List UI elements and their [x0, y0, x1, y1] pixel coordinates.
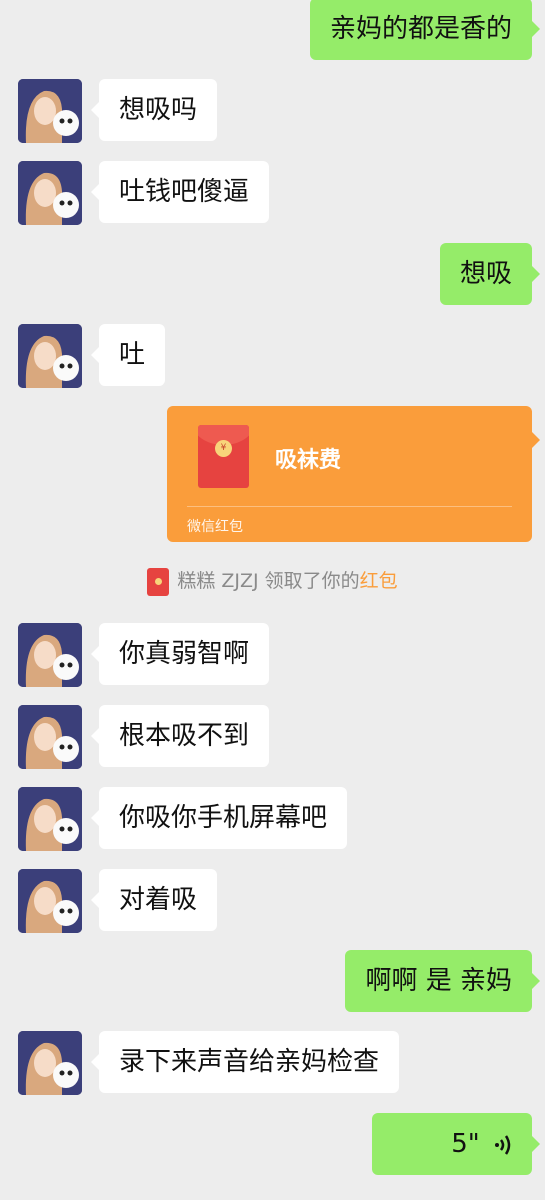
- contact-avatar[interactable]: [18, 623, 82, 687]
- avatar-illustration-icon: [18, 623, 82, 687]
- red-packet-title: 吸袜费: [275, 448, 342, 473]
- voice-message-bubble[interactable]: 5": [372, 1113, 540, 1175]
- message-bubble-incoming[interactable]: 你吸你手机屏幕吧: [90, 787, 348, 849]
- message-bubble-outgoing[interactable]: 啊啊 是 亲妈: [345, 950, 540, 1012]
- system-notice-text: 糕糕 ZJZJ 领取了你的: [177, 570, 360, 592]
- red-packet-link[interactable]: 红包: [360, 570, 398, 592]
- avatar-illustration-icon: [18, 705, 82, 769]
- red-envelope-icon: ¥: [198, 425, 249, 488]
- message-bubble-incoming[interactable]: 录下来声音给亲妈检查: [90, 1031, 400, 1093]
- red-packet-small-icon: [147, 567, 170, 596]
- avatar-illustration-icon: [18, 869, 82, 933]
- contact-avatar[interactable]: [18, 705, 82, 769]
- avatar-illustration-icon: [18, 1031, 82, 1095]
- avatar-illustration-icon: [18, 324, 82, 388]
- avatar-illustration-icon: [18, 161, 82, 225]
- red-packet-divider: [187, 506, 512, 507]
- message-bubble-outgoing[interactable]: 想吸: [439, 243, 541, 305]
- contact-avatar[interactable]: [18, 324, 82, 388]
- contact-avatar[interactable]: [18, 79, 82, 143]
- contact-avatar[interactable]: [18, 787, 82, 851]
- red-packet-card[interactable]: ¥ 吸袜费 微信红包: [167, 406, 540, 542]
- message-bubble-incoming[interactable]: 吐钱吧傻逼: [90, 161, 270, 223]
- coin-icon: ¥: [215, 440, 232, 457]
- contact-avatar[interactable]: [18, 869, 82, 933]
- avatar-illustration-icon: [18, 79, 82, 143]
- message-bubble-incoming[interactable]: 对着吸: [90, 869, 218, 931]
- message-bubble-incoming[interactable]: 想吸吗: [90, 79, 218, 141]
- message-bubble-incoming[interactable]: 你真弱智啊: [90, 623, 270, 685]
- red-packet-footer: 微信红包: [187, 519, 243, 535]
- message-bubble-outgoing[interactable]: 亲妈的都是香的: [309, 0, 541, 60]
- voice-wave-icon: [495, 1134, 511, 1155]
- avatar-illustration-icon: [18, 787, 82, 851]
- message-bubble-incoming[interactable]: 吐: [90, 324, 166, 386]
- system-notice: 糕糕 ZJZJ 领取了你的红包: [0, 566, 545, 596]
- message-bubble-incoming[interactable]: 根本吸不到: [90, 705, 270, 767]
- voice-duration: 5": [451, 1129, 480, 1159]
- contact-avatar[interactable]: [18, 1031, 82, 1095]
- contact-avatar[interactable]: [18, 161, 82, 225]
